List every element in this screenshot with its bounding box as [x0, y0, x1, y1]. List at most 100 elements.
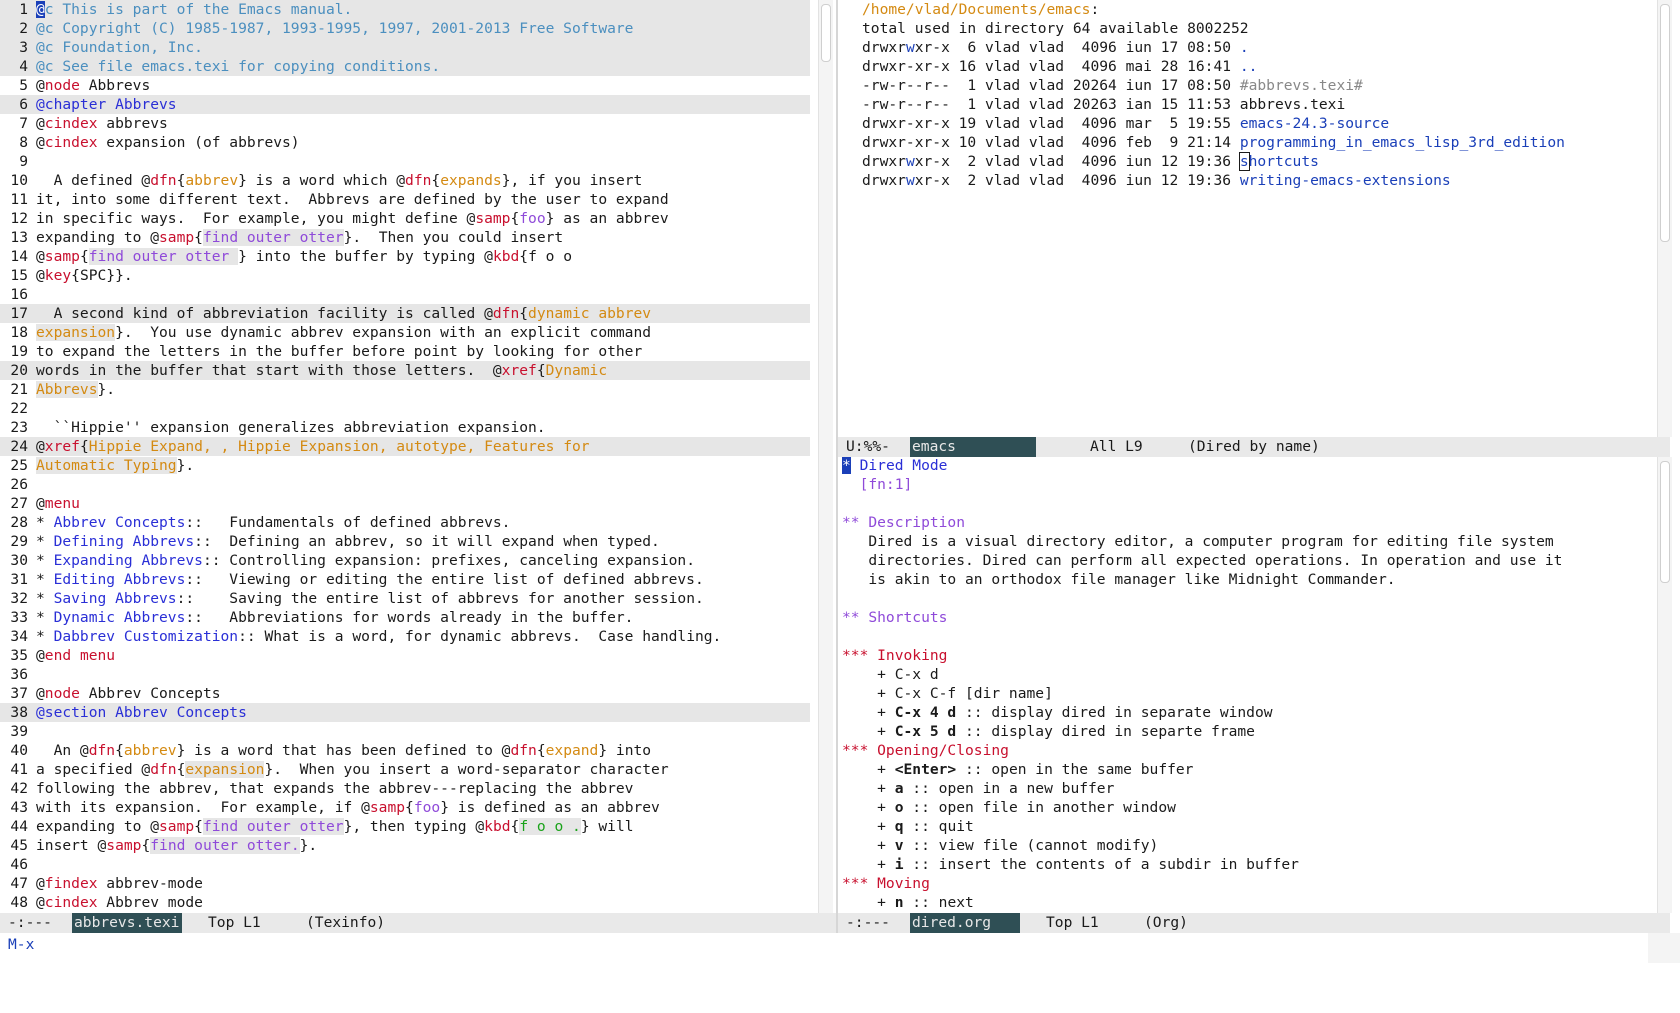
- texinfo-line[interactable]: 19 to expand the letters in the buffer be…: [0, 342, 810, 361]
- modeline-buffer-name[interactable]: abbrevs.texi: [72, 913, 182, 933]
- dired-line[interactable]: /home/vlad/Documents/emacs:: [862, 0, 1652, 19]
- modeline-buffer-name[interactable]: dired.org: [910, 913, 1020, 933]
- texinfo-line[interactable]: 29 * Defining Abbrevs:: Defining an abbre…: [0, 532, 810, 551]
- texinfo-line[interactable]: 27 @menu: [0, 494, 810, 513]
- org-line[interactable]: + C-x 4 d :: display dired in separate w…: [842, 703, 1652, 722]
- texinfo-line[interactable]: 24 @xref{Hippie Expand, , Hippie Expansio…: [0, 437, 810, 456]
- org-modeline[interactable]: -:--- dired.org Top L1 (Org): [838, 913, 1670, 933]
- texinfo-line[interactable]: 10 A defined @dfn{abbrev} is a word whic…: [0, 171, 810, 190]
- texinfo-line[interactable]: 18 expansion}. You use dynamic abbrev exp…: [0, 323, 810, 342]
- texinfo-line[interactable]: 34 * Dabbrev Customization:: What is a wo…: [0, 627, 810, 646]
- texinfo-line[interactable]: 47 @findex abbrev-mode: [0, 874, 810, 893]
- texinfo-line[interactable]: 45 insert @samp{find outer otter.}.: [0, 836, 810, 855]
- dired-line[interactable]: drwxrwxr-x 2 vlad vlad 4096 iun 12 19:36…: [862, 152, 1652, 171]
- texinfo-line[interactable]: 42 following the abbrev, that expands the…: [0, 779, 810, 798]
- texinfo-line[interactable]: 40 An @dfn{abbrev} is a word that has be…: [0, 741, 810, 760]
- texinfo-line[interactable]: 38 @section Abbrev Concepts: [0, 703, 810, 722]
- texinfo-line[interactable]: 5 @node Abbrevs: [0, 76, 810, 95]
- texinfo-line[interactable]: 2 @c Copyright (C) 1985-1987, 1993-1995, …: [0, 19, 810, 38]
- texinfo-line[interactable]: 13 expanding to @samp{find outer otter}. …: [0, 228, 810, 247]
- org-line[interactable]: + <Enter> :: open in the same buffer: [842, 760, 1652, 779]
- org-line[interactable]: directories. Dired can perform all expec…: [842, 551, 1652, 570]
- texinfo-line[interactable]: 46: [0, 855, 810, 874]
- modeline-buffer-name[interactable]: emacs: [910, 437, 1036, 457]
- texinfo-line[interactable]: 48 @cindex Abbrev mode: [0, 893, 810, 912]
- texinfo-line[interactable]: 33 * Dynamic Abbrevs:: Abbreviations for …: [0, 608, 810, 627]
- org-line[interactable]: *** Opening/Closing: [842, 741, 1652, 760]
- texinfo-line[interactable]: 23 ``Hippie'' expansion generalizes abbr…: [0, 418, 810, 437]
- texinfo-line[interactable]: 14 @samp{find outer otter } into the buff…: [0, 247, 810, 266]
- dired-line[interactable]: drwxrwxr-x 2 vlad vlad 4096 iun 12 19:36…: [862, 171, 1652, 190]
- left-scrollbar-thumb[interactable]: [821, 4, 831, 62]
- org-line[interactable]: + q :: quit: [842, 817, 1652, 836]
- texinfo-line[interactable]: 36: [0, 665, 810, 684]
- dired-listing[interactable]: /home/vlad/Documents/emacs: total used in…: [862, 0, 1652, 437]
- texinfo-line[interactable]: 8 @cindex expansion (of abbrevs): [0, 133, 810, 152]
- org-line[interactable]: [fn:1]: [842, 475, 1652, 494]
- org-line[interactable]: + C-x C-f [dir name]: [842, 684, 1652, 703]
- org-line[interactable]: [842, 627, 1652, 646]
- texinfo-line[interactable]: 3 @c Foundation, Inc.: [0, 38, 810, 57]
- modeline-major-mode[interactable]: (Texinfo): [306, 913, 385, 933]
- texinfo-line[interactable]: 20 words in the buffer that start with th…: [0, 361, 810, 380]
- texinfo-line[interactable]: 41 a specified @dfn{expansion}. When you …: [0, 760, 810, 779]
- texinfo-line[interactable]: 30 * Expanding Abbrevs:: Controlling expa…: [0, 551, 810, 570]
- org-line[interactable]: + n :: next: [842, 893, 1652, 912]
- texinfo-line[interactable]: 15 @key{SPC}}.: [0, 266, 810, 285]
- texinfo-line[interactable]: 28 * Abbrev Concepts:: Fundamentals of de…: [0, 513, 810, 532]
- texinfo-line[interactable]: 12 in specific ways. For example, you mig…: [0, 209, 810, 228]
- texinfo-modeline[interactable]: -:--- abbrevs.texi Top L1 (Texinfo): [0, 913, 836, 933]
- dired-scrollbar[interactable]: [1657, 0, 1672, 437]
- org-line[interactable]: [842, 494, 1652, 513]
- texinfo-line[interactable]: 4 @c See file emacs.texi for copying cond…: [0, 57, 810, 76]
- dired-line[interactable]: drwxrwxr-x 6 vlad vlad 4096 iun 17 08:50…: [862, 38, 1652, 57]
- org-line[interactable]: *** Moving: [842, 874, 1652, 893]
- org-line[interactable]: + o :: open file in another window: [842, 798, 1652, 817]
- org-scrollbar[interactable]: [1657, 457, 1672, 913]
- org-line[interactable]: * Dired Mode: [842, 456, 1652, 475]
- texinfo-line[interactable]: 25 Automatic Typing}.: [0, 456, 810, 475]
- texinfo-line[interactable]: 1 @c This is part of the Emacs manual.: [0, 0, 810, 19]
- org-line[interactable]: is akin to an orthodox file manager like…: [842, 570, 1652, 589]
- minibuffer[interactable]: M-x: [0, 933, 1680, 963]
- dired-line[interactable]: drwxr-xr-x 16 vlad vlad 4096 mai 28 16:4…: [862, 57, 1652, 76]
- org-line[interactable]: + C-x 5 d :: display dired in separte fr…: [842, 722, 1652, 741]
- modeline-major-mode[interactable]: (Dired by name): [1188, 437, 1320, 457]
- org-line[interactable]: ** Description: [842, 513, 1652, 532]
- dired-modeline[interactable]: U:%%- emacs All L9 (Dired by name): [838, 437, 1670, 457]
- texinfo-line[interactable]: 43 with its expansion. For example, if @s…: [0, 798, 810, 817]
- texinfo-line[interactable]: 6 @chapter Abbrevs: [0, 95, 810, 114]
- org-scrollbar-thumb[interactable]: [1660, 461, 1670, 583]
- org-line[interactable]: + i :: insert the contents of a subdir i…: [842, 855, 1652, 874]
- modeline-major-mode[interactable]: (Org): [1144, 913, 1188, 933]
- org-line[interactable]: + v :: view file (cannot modify): [842, 836, 1652, 855]
- dired-org-editor[interactable]: * Dired Mode [fn:1] ** Description Dired …: [842, 456, 1652, 913]
- texinfo-line[interactable]: 16: [0, 285, 810, 304]
- dired-line[interactable]: total used in directory 64 available 800…: [862, 19, 1652, 38]
- texinfo-line[interactable]: 22: [0, 399, 810, 418]
- texinfo-line[interactable]: 21 Abbrevs}.: [0, 380, 810, 399]
- dired-scrollbar-thumb[interactable]: [1660, 4, 1670, 242]
- dired-line[interactable]: -rw-r--r-- 1 vlad vlad 20264 iun 17 08:5…: [862, 76, 1652, 95]
- texinfo-line[interactable]: 35 @end menu: [0, 646, 810, 665]
- texinfo-line[interactable]: 7 @cindex abbrevs: [0, 114, 810, 133]
- abbrevs-texi-editor[interactable]: 1 @c This is part of the Emacs manual. 2 @c…: [0, 0, 810, 913]
- texinfo-line[interactable]: 11 it, into some different text. Abbrevs …: [0, 190, 810, 209]
- texinfo-line[interactable]: 9: [0, 152, 810, 171]
- org-line[interactable]: Dired is a visual directory editor, a co…: [842, 532, 1652, 551]
- left-scrollbar[interactable]: [818, 0, 833, 913]
- texinfo-line[interactable]: 32 * Saving Abbrevs:: Saving the entire l…: [0, 589, 810, 608]
- texinfo-line[interactable]: 37 @node Abbrev Concepts: [0, 684, 810, 703]
- dired-line[interactable]: drwxr-xr-x 10 vlad vlad 4096 feb 9 21:14…: [862, 133, 1652, 152]
- dired-line[interactable]: -rw-r--r-- 1 vlad vlad 20263 ian 15 11:5…: [862, 95, 1652, 114]
- org-line[interactable]: [842, 589, 1652, 608]
- org-line[interactable]: *** Invoking: [842, 646, 1652, 665]
- dired-line[interactable]: drwxr-xr-x 19 vlad vlad 4096 mar 5 19:55…: [862, 114, 1652, 133]
- org-line[interactable]: + a :: open in a new buffer: [842, 779, 1652, 798]
- texinfo-line[interactable]: 39: [0, 722, 810, 741]
- texinfo-line[interactable]: 44 expanding to @samp{find outer otter}, …: [0, 817, 810, 836]
- org-line[interactable]: ** Shortcuts: [842, 608, 1652, 627]
- texinfo-line[interactable]: 26: [0, 475, 810, 494]
- org-line[interactable]: + C-x d: [842, 665, 1652, 684]
- texinfo-line[interactable]: 17 A second kind of abbreviation facilit…: [0, 304, 810, 323]
